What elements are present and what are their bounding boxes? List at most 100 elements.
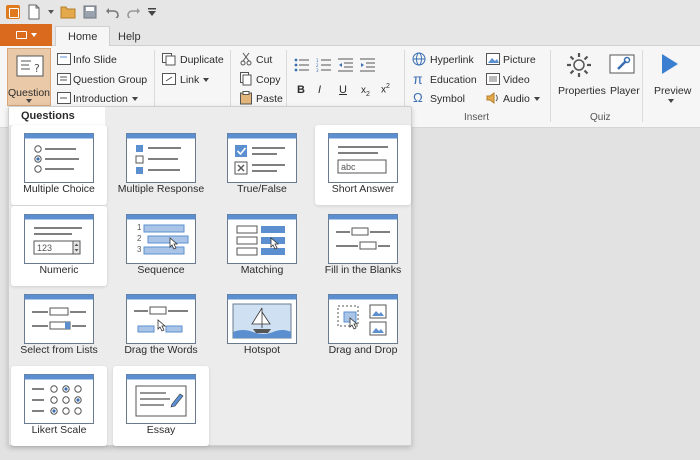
true-false-icon: [227, 133, 297, 183]
ribbon-separator: [550, 50, 551, 122]
question-type-label: Drag the Words: [124, 344, 198, 356]
quick-access-toolbar: [0, 0, 700, 24]
app-logo-icon: [6, 5, 20, 19]
matching-icon: [227, 214, 297, 264]
customize-toolbar-icon[interactable]: [148, 4, 156, 20]
question-group-button[interactable]: Question Group: [73, 74, 147, 86]
question-type-label: Hotspot: [243, 344, 281, 356]
decrease-indent-icon[interactable]: [338, 58, 354, 72]
italic-icon[interactable]: I: [318, 84, 321, 96]
audio-icon: [486, 92, 498, 104]
introduction-icon: [57, 92, 71, 104]
question-type-multiple-choice[interactable]: Multiple Choice: [11, 125, 107, 205]
symbol-button[interactable]: Symbol: [430, 93, 465, 105]
question-type-hotspot[interactable]: Hotspot: [214, 286, 310, 366]
file-menu-button[interactable]: [0, 24, 52, 46]
undo-icon[interactable]: [104, 4, 120, 20]
video-button[interactable]: Video: [503, 74, 530, 86]
sequence-number: 3: [137, 245, 142, 254]
question-type-label: Numeric: [39, 264, 79, 276]
question-type-short-answer[interactable]: abc Short Answer: [315, 125, 411, 205]
dropdown-arrow-icon[interactable]: [48, 4, 54, 20]
info-slide-icon: [57, 53, 71, 65]
tab-help[interactable]: Help: [106, 26, 153, 47]
questions-dropdown: Questions Multiple Choice Multiple Respo…: [8, 106, 412, 446]
question-type-label: Fill in the Blanks: [324, 264, 402, 276]
preview-play-icon: [662, 54, 678, 74]
equation-button[interactable]: Education: [430, 74, 477, 86]
link-icon: [162, 73, 176, 85]
question-type-label: Short Answer: [331, 183, 395, 195]
tab-home[interactable]: Home: [55, 26, 111, 47]
question-type-label: Drag and Drop: [328, 344, 398, 356]
hotspot-icon: [227, 294, 297, 344]
quiz-group-label: Quiz: [590, 112, 611, 123]
audio-button[interactable]: Audio: [503, 93, 540, 105]
preview-button[interactable]: Preview: [654, 85, 691, 97]
question-type-drag-and-drop[interactable]: Drag and Drop: [315, 286, 411, 366]
question-type-sequence[interactable]: 1 2 3 Sequence: [113, 206, 209, 286]
question-type-label: Matching: [240, 264, 284, 276]
multiple-choice-icon: [24, 133, 94, 183]
hyperlink-button[interactable]: Hyperlink: [430, 54, 474, 66]
question-type-numeric[interactable]: 123 Numeric: [11, 206, 107, 286]
drag-and-drop-icon: [328, 294, 398, 344]
open-folder-icon[interactable]: [60, 4, 76, 20]
sequence-number: 2: [137, 234, 142, 243]
redo-icon[interactable]: [126, 4, 142, 20]
question-type-matching[interactable]: Matching: [214, 206, 310, 286]
hyperlink-icon: [412, 52, 426, 66]
question-type-fill-in-the-blanks[interactable]: Fill in the Blanks: [315, 206, 411, 286]
question-type-label: Essay: [146, 424, 176, 436]
gear-icon: [567, 53, 591, 77]
numeric-sample-text: 123: [37, 243, 53, 253]
picture-icon: [486, 53, 500, 65]
question-button[interactable]: ? Question: [7, 48, 51, 106]
ribbon-tab-row: Home Help: [0, 24, 700, 47]
fill-in-blanks-icon: [328, 214, 398, 264]
save-icon[interactable]: [82, 4, 98, 20]
increase-indent-icon[interactable]: [360, 58, 376, 72]
picture-button[interactable]: Picture: [503, 54, 536, 66]
introduction-button[interactable]: Introduction: [73, 93, 138, 105]
bullet-list-icon[interactable]: [294, 58, 310, 72]
info-slide-button[interactable]: Info Slide: [73, 54, 117, 66]
numbered-list-icon[interactable]: 123: [316, 58, 332, 72]
question-type-label: Multiple Response: [117, 183, 205, 195]
copy-icon: [240, 72, 252, 86]
question-type-label: Multiple Choice: [23, 183, 95, 195]
underline-icon[interactable]: U: [339, 84, 347, 96]
question-type-select-from-lists[interactable]: Select from Lists: [11, 286, 107, 366]
question-button-label: Question: [8, 87, 51, 99]
duplicate-button[interactable]: Duplicate: [180, 54, 224, 66]
question-type-essay[interactable]: Essay: [113, 366, 209, 446]
paste-icon: [240, 91, 252, 105]
file-menu-icon: [15, 31, 27, 39]
symbol-icon: Ω: [413, 90, 423, 105]
question-type-multiple-response[interactable]: Multiple Response: [113, 125, 209, 205]
copy-button[interactable]: Copy: [256, 74, 281, 86]
question-type-label: Select from Lists: [20, 344, 98, 356]
question-type-true-false[interactable]: True/False: [214, 125, 310, 205]
paste-button[interactable]: Paste: [256, 93, 283, 105]
new-file-icon[interactable]: [26, 4, 42, 20]
question-type-label: Sequence: [137, 264, 185, 276]
select-from-lists-icon: [24, 294, 94, 344]
bold-icon[interactable]: B: [297, 84, 305, 96]
duplicate-icon: [162, 53, 176, 66]
player-icon: [609, 54, 635, 74]
question-type-label: True/False: [237, 183, 287, 195]
subscript-icon[interactable]: x2: [361, 85, 370, 98]
question-type-drag-the-words[interactable]: Drag the Words: [113, 286, 209, 366]
properties-button[interactable]: Properties: [558, 85, 606, 97]
cut-button[interactable]: Cut: [256, 54, 272, 66]
player-button[interactable]: Player: [610, 85, 640, 97]
question-type-label: Likert Scale: [31, 424, 87, 436]
sequence-number: 1: [137, 223, 142, 232]
superscript-icon[interactable]: x2: [381, 83, 390, 95]
dropdown-title: Questions: [9, 107, 105, 125]
multiple-response-icon: [126, 133, 196, 183]
question-type-likert-scale[interactable]: Likert Scale: [11, 366, 107, 446]
cut-icon: [240, 52, 252, 66]
link-button[interactable]: Link: [180, 74, 210, 86]
